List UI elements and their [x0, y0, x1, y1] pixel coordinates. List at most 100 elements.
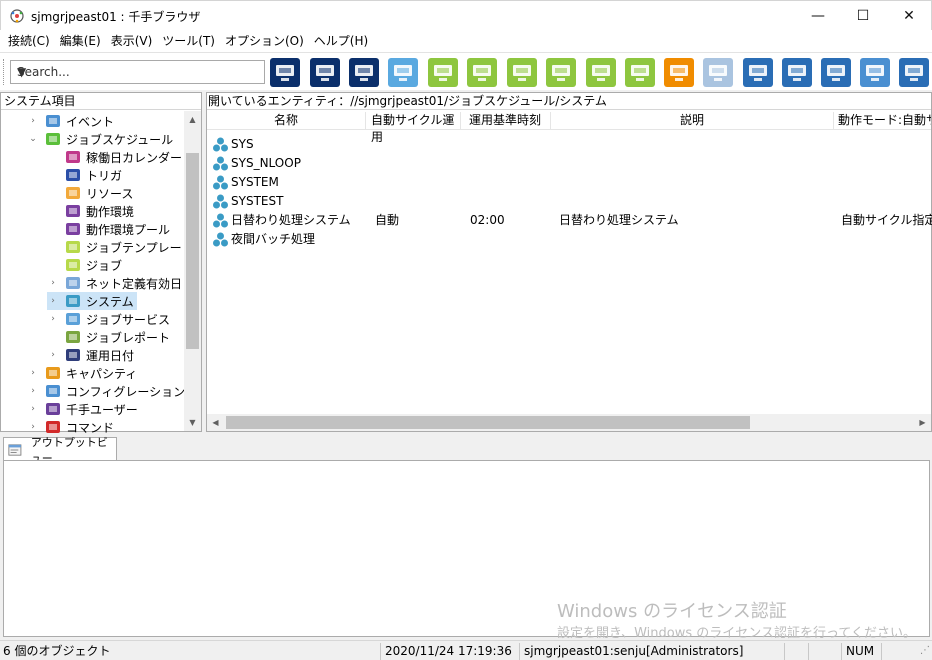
tree-item-event[interactable]: › イベント [27, 112, 117, 130]
resize-grip-icon[interactable]: ⋰ [920, 645, 930, 656]
tree-item-resource[interactable]: リソース [47, 184, 136, 202]
tree-item-trigger[interactable]: トリガ [47, 166, 125, 184]
bar-report-button[interactable] [585, 57, 617, 88]
blue-settings-button[interactable] [742, 57, 774, 88]
column-auto-cycle[interactable]: 自動サイクル運用 [366, 112, 461, 144]
chevron-right-icon[interactable]: › [27, 422, 39, 432]
chevron-right-icon[interactable]: › [27, 368, 39, 378]
event-icon [45, 113, 61, 129]
user-icon [45, 401, 61, 417]
toolbar: Search... ▼ [0, 52, 932, 90]
message-button[interactable] [387, 57, 419, 88]
tab-output-view[interactable]: アウトプットビュー [3, 436, 117, 465]
message-icon [388, 58, 418, 87]
table-row[interactable]: 日替わり処理システム 自動 02:00 日替わり処理システム 自動サイクル指定 [207, 211, 932, 230]
checked-monitor-button[interactable] [545, 57, 577, 88]
tree-item-job-template[interactable]: ジョブテンプレート [47, 238, 197, 256]
chevron-right-icon[interactable]: › [47, 314, 59, 324]
tree-item-environment[interactable]: 動作環境 [47, 202, 137, 220]
system-icon [212, 155, 229, 172]
menu-help[interactable]: ヘルプ(H) [309, 31, 373, 51]
tree-item-environment-pool[interactable]: 動作環境プール [47, 220, 173, 238]
monitor-view-button[interactable] [309, 57, 341, 88]
column-base-time[interactable]: 運用基準時刻 [461, 112, 551, 130]
tree-item-configuration[interactable]: › コンフィグレーション [27, 382, 188, 400]
environment-icon [65, 203, 81, 219]
chevron-down-icon[interactable]: ⌄ [27, 134, 39, 144]
tree-item-label: ジョブ [86, 258, 123, 273]
status-num: NUM [841, 643, 881, 660]
gear-check-button[interactable] [427, 57, 459, 88]
gantt-button[interactable] [624, 57, 656, 88]
menu-tools[interactable]: ツール(T) [157, 31, 220, 51]
activation-watermark-text: 設定を開き、Windows のライセンス認証を行ってください。 [557, 626, 916, 641]
close-button[interactable]: ✕ [886, 1, 932, 31]
column-name[interactable]: 名称 [207, 112, 366, 130]
chevron-right-icon[interactable]: › [27, 386, 39, 396]
output-pane[interactable] [3, 460, 930, 637]
chevron-right-icon[interactable]: › [47, 278, 59, 288]
log-button[interactable] [859, 57, 891, 88]
menu-view[interactable]: 表示(V) [106, 31, 158, 51]
tree-item-net-definition[interactable]: › ネット定義有効日 [47, 274, 185, 292]
mosaic-icon [703, 58, 733, 87]
table-row[interactable]: SYSTEM [207, 173, 931, 192]
table-row[interactable]: 夜間バッチ処理 [207, 230, 931, 249]
output-area: アウトプットビュー [0, 433, 932, 639]
orange-chart-button[interactable] [663, 57, 695, 88]
chevron-right-icon[interactable]: › [47, 350, 59, 360]
tree-item-label: イベント [66, 114, 115, 129]
capacity-icon [45, 365, 61, 381]
tree-vertical-scrollbar[interactable]: ▲ ▼ [184, 111, 201, 431]
maximize-button[interactable]: ☐ [840, 1, 886, 31]
scroll-right-icon[interactable]: ▶ [914, 414, 931, 431]
scroll-up-icon[interactable]: ▲ [184, 111, 201, 128]
table-row[interactable]: SYS_NLOOP [207, 154, 931, 173]
tree-item-job-report[interactable]: ジョブレポート [47, 328, 173, 346]
job-service-icon [65, 311, 81, 327]
chevron-right-icon[interactable]: › [27, 404, 39, 414]
column-description[interactable]: 説明 [551, 112, 834, 130]
grid-scroll-thumb[interactable] [226, 416, 750, 429]
grid-horizontal-scrollbar[interactable]: ◀ ▶ [207, 414, 931, 431]
cell-name: SYSTEM [231, 175, 279, 189]
tree-item-schedule[interactable]: ⌄ ジョブスケジュール [27, 130, 176, 148]
scroll-left-icon[interactable]: ◀ [207, 414, 224, 431]
radar-button[interactable] [898, 57, 930, 88]
tree-item-job-service[interactable]: › ジョブサービス [47, 310, 173, 328]
menu-options[interactable]: オプション(O) [220, 31, 309, 51]
cell-base-time: 02:00 [470, 213, 505, 227]
network-view-button[interactable] [269, 57, 301, 88]
cell-name: SYS [231, 137, 254, 151]
tree-item-user[interactable]: › 千手ユーザー [27, 400, 141, 418]
status-scrl [881, 643, 911, 660]
mosaic-button[interactable] [702, 57, 734, 88]
table-row[interactable]: SYSTEST [207, 192, 931, 211]
menu-edit[interactable]: 編集(E) [55, 31, 106, 51]
scroll-down-icon[interactable]: ▼ [184, 414, 201, 431]
blue-settings-icon [743, 58, 773, 87]
search-input[interactable]: Search... ▼ [10, 60, 265, 84]
menu-connect[interactable]: 接続(C) [3, 31, 55, 51]
tree-item-capacity[interactable]: › キャパシティ [27, 364, 140, 382]
chevron-right-icon[interactable]: › [47, 296, 59, 306]
blue-check-button[interactable] [781, 57, 813, 88]
check-star-button[interactable] [466, 57, 498, 88]
refresh-star-button[interactable] [506, 57, 538, 88]
tree-scroll-thumb[interactable] [186, 153, 199, 349]
blue-export-button[interactable] [820, 57, 852, 88]
column-mode[interactable]: 動作モード:自動サイ [834, 112, 931, 130]
display-layout-button[interactable] [348, 57, 380, 88]
tree-item-system[interactable]: › システム [47, 292, 137, 310]
tree-header: システム項目 [1, 93, 201, 110]
status-ovr [808, 643, 841, 660]
tree-item-operation-date[interactable]: › 運用日付 [47, 346, 137, 364]
tree-item-job[interactable]: ジョブ [47, 256, 125, 274]
chevron-right-icon[interactable]: › [27, 116, 39, 126]
chevron-down-icon[interactable]: ▼ [17, 65, 260, 79]
minimize-button[interactable]: — [795, 1, 841, 31]
toolbar-grip[interactable] [3, 59, 5, 85]
tree-item-calendar[interactable]: 稼働日カレンダー [47, 148, 185, 166]
table-row[interactable]: SYS [207, 135, 931, 154]
app-icon [10, 9, 24, 23]
